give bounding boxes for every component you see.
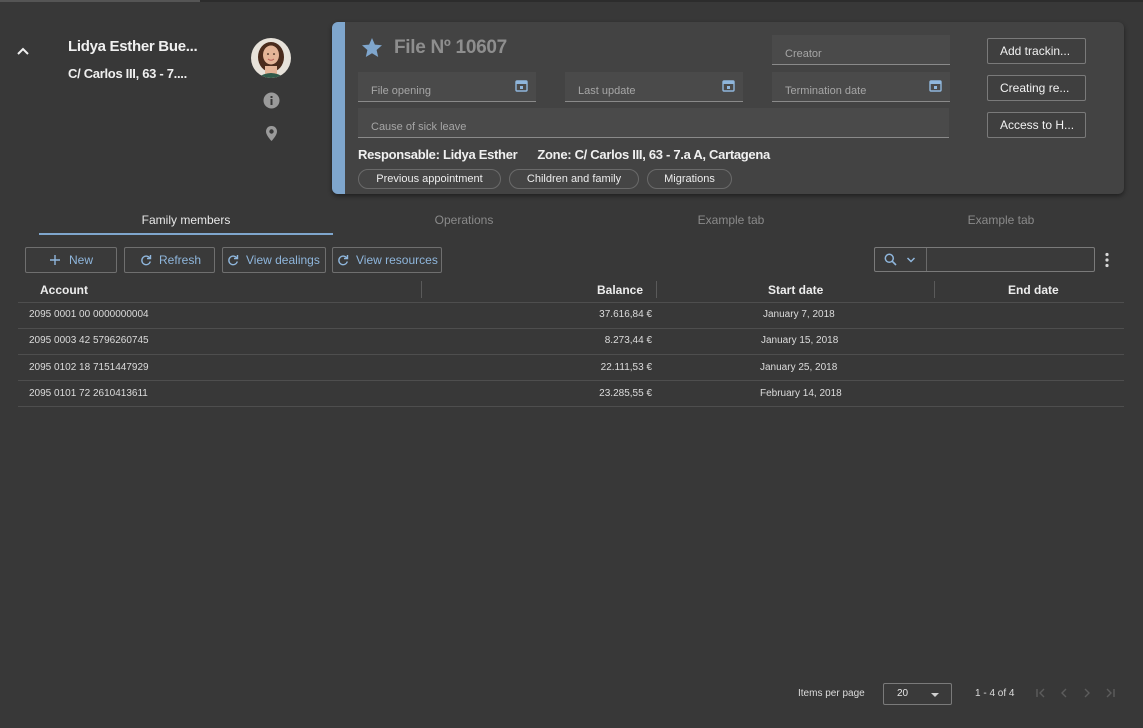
file-info-line: Responsable: Lidya Esther Zone: C/ Carlos… xyxy=(358,147,770,162)
next-page-icon[interactable] xyxy=(1080,686,1094,700)
page-size-select[interactable]: 20 xyxy=(883,683,952,705)
tab-example-1[interactable]: Example tab xyxy=(600,213,862,235)
tab-operations[interactable]: Operations xyxy=(334,213,594,235)
cell-balance: 23.285,55 € xyxy=(599,388,652,399)
last-update-field[interactable]: Last update xyxy=(565,72,743,102)
page-size-value: 20 xyxy=(897,688,909,699)
refresh-button[interactable]: Refresh xyxy=(124,247,215,273)
page-range: 1 - 4 of 4 xyxy=(975,688,1015,699)
view-dealings-label: View dealings xyxy=(246,253,320,267)
column-divider xyxy=(421,281,422,298)
first-page-icon[interactable] xyxy=(1034,686,1048,700)
search-divider xyxy=(926,248,927,271)
tab-family-members[interactable]: Family members xyxy=(39,213,333,235)
chip-previous-appointment[interactable]: Previous appointment xyxy=(358,169,501,189)
responsable-text: Responsable: Lidya Esther xyxy=(358,147,518,162)
plus-icon xyxy=(50,255,60,265)
row-divider xyxy=(18,406,1124,407)
column-header-balance[interactable]: Balance xyxy=(597,283,643,297)
row-divider xyxy=(18,328,1124,329)
file-opening-field[interactable]: File opening xyxy=(358,72,536,102)
calendar-icon[interactable] xyxy=(929,79,942,92)
chevron-down-icon[interactable] xyxy=(906,256,916,264)
star-icon[interactable] xyxy=(360,36,384,60)
column-header-account[interactable]: Account xyxy=(40,283,88,297)
dropdown-arrow-icon xyxy=(931,693,939,697)
refresh-label: Refresh xyxy=(159,253,202,267)
location-pin-icon[interactable] xyxy=(263,125,280,142)
file-card-accent xyxy=(332,22,345,194)
termination-date-field[interactable]: Termination date xyxy=(772,72,950,102)
calendar-icon[interactable] xyxy=(515,79,528,92)
zone-text: Zone: C/ Carlos III, 63 - 7.a A, Cartage… xyxy=(537,147,770,162)
items-per-page-label: Items per page xyxy=(798,688,865,699)
person-address: C/ Carlos III, 63 - 7.... xyxy=(68,66,187,81)
search-input[interactable] xyxy=(931,250,1091,269)
cell-start-date: January 7, 2018 xyxy=(763,309,835,320)
file-opening-label: File opening xyxy=(371,85,431,97)
view-resources-button[interactable]: View resources xyxy=(332,247,442,273)
top-progress-line xyxy=(0,0,1143,2)
column-divider xyxy=(934,281,935,298)
cell-account: 2095 0001 00 0000000004 xyxy=(29,309,149,320)
row-divider xyxy=(18,354,1124,355)
last-page-icon[interactable] xyxy=(1103,686,1117,700)
info-icon[interactable] xyxy=(263,92,280,109)
person-name: Lidya Esther Bue... xyxy=(68,38,198,55)
table-header-divider xyxy=(18,302,1124,303)
refresh-icon xyxy=(141,255,152,266)
refresh-icon xyxy=(228,255,239,266)
column-divider xyxy=(656,281,657,298)
cell-account: 2095 0003 42 5796260745 xyxy=(29,335,149,346)
avatar[interactable] xyxy=(251,38,291,78)
top-progress-segment xyxy=(0,0,200,2)
previous-page-icon[interactable] xyxy=(1057,686,1071,700)
cell-balance: 8.273,44 € xyxy=(604,335,652,346)
cell-start-date: January 15, 2018 xyxy=(761,335,839,346)
creator-field[interactable]: Creator xyxy=(772,35,950,65)
search-box xyxy=(874,247,1095,272)
add-tracking-button[interactable]: Add trackin... xyxy=(987,38,1086,64)
access-to-history-button[interactable]: Access to H... xyxy=(987,112,1086,138)
cause-of-sick-leave-field[interactable]: Cause of sick leave xyxy=(358,108,949,138)
cell-account: 2095 0102 18 7151447929 xyxy=(29,362,149,373)
creator-label: Creator xyxy=(785,48,822,60)
cell-balance: 22.111,53 € xyxy=(600,362,652,373)
tab-example-2[interactable]: Example tab xyxy=(870,213,1132,235)
view-resources-label: View resources xyxy=(356,253,438,267)
search-icon[interactable] xyxy=(884,253,897,266)
cell-start-date: February 14, 2018 xyxy=(760,388,842,399)
cause-label: Cause of sick leave xyxy=(371,121,467,133)
termination-date-label: Termination date xyxy=(785,85,867,97)
creating-report-button[interactable]: Creating re... xyxy=(987,75,1086,101)
calendar-icon[interactable] xyxy=(722,79,735,92)
column-header-end-date[interactable]: End date xyxy=(1008,283,1059,297)
cell-balance: 37.616,84 € xyxy=(599,309,652,320)
file-card: File Nº 10607 Creator File opening Last … xyxy=(332,22,1124,194)
refresh-icon xyxy=(338,255,349,266)
row-divider xyxy=(18,380,1124,381)
new-button[interactable]: New xyxy=(25,247,117,273)
chevron-up-icon[interactable] xyxy=(14,42,32,60)
file-title: File Nº 10607 xyxy=(394,37,507,58)
chip-children-and-family[interactable]: Children and family xyxy=(509,169,639,189)
view-dealings-button[interactable]: View dealings xyxy=(222,247,326,273)
more-vertical-icon[interactable] xyxy=(1102,251,1112,269)
new-label: New xyxy=(69,253,94,267)
cell-start-date: January 25, 2018 xyxy=(760,362,838,373)
cell-account: 2095 0101 72 2610413611 xyxy=(29,388,148,399)
chip-migrations[interactable]: Migrations xyxy=(647,169,732,189)
column-header-start-date[interactable]: Start date xyxy=(768,283,823,297)
last-update-label: Last update xyxy=(578,85,636,97)
